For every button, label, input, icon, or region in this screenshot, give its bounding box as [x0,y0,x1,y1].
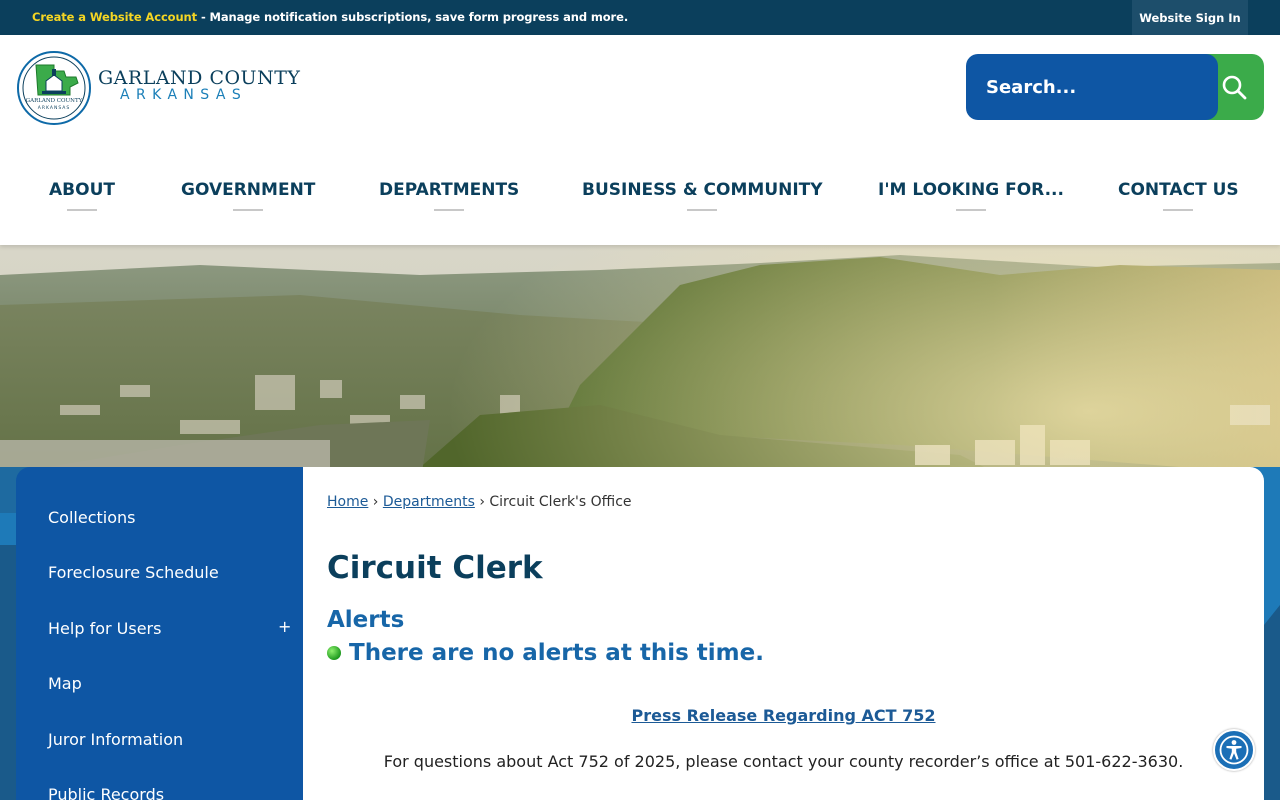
act-752-contact-text: For questions about Act 752 of 2025, ple… [383,752,1184,771]
logo-line-1: GARLAND COUNTY [98,67,301,89]
sidebar-item-help-for-users[interactable]: Help for Users [48,619,161,638]
account-message-text: - Manage notification subscriptions, sav… [197,10,629,24]
breadcrumb: Home › Departments › Circuit Clerk's Off… [327,494,632,510]
site-header: GARLAND COUNTY ARKANSAS GARLAND COUNTY A… [0,35,1280,245]
alert-status: There are no alerts at this time. [327,640,764,666]
sidebar-item-map[interactable]: Map [48,674,82,693]
sidebar-item-juror-information[interactable]: Juror Information [48,730,183,749]
account-message: Create a Website Account - Manage notifi… [32,10,628,24]
breadcrumb-separator: › [479,494,485,510]
nav-departments[interactable]: DEPARTMENTS [379,180,519,211]
press-release-link[interactable]: Press Release Regarding ACT 752 [303,706,1264,725]
search-icon [1222,75,1247,100]
top-bar: Create a Website Account - Manage notifi… [0,0,1280,35]
county-seal-logo[interactable]: GARLAND COUNTY ARKANSAS [16,51,92,129]
breadcrumb-home-link[interactable]: Home [327,494,368,510]
accessibility-icon [1219,735,1249,765]
nav-looking-for[interactable]: I'M LOOKING FOR... [878,180,1064,211]
create-account-link[interactable]: Create a Website Account [32,10,197,24]
sidebar-item-foreclosure-schedule[interactable]: Foreclosure Schedule [48,563,219,582]
green-status-dot-icon [327,646,341,660]
breadcrumb-current: Circuit Clerk's Office [489,494,632,510]
alert-status-text: There are no alerts at this time. [349,640,764,666]
nav-about[interactable]: ABOUT [49,180,115,211]
nav-contact-us[interactable]: CONTACT US [1118,180,1239,211]
nav-business-community[interactable]: BUSINESS & COMMUNITY [582,180,823,211]
breadcrumb-separator: › [372,494,379,510]
alerts-heading: Alerts [327,607,405,633]
county-name-logo[interactable]: GARLAND COUNTY ARKANSAS [98,67,300,103]
main-nav: ABOUT GOVERNMENT DEPARTMENTS BUSINESS & … [0,180,1280,220]
nav-government[interactable]: GOVERNMENT [181,180,315,211]
seal-text-top: GARLAND COUNTY [26,98,83,104]
sidebar-nav: Collections Foreclosure Schedule Help fo… [16,467,303,800]
logo-line-2: ARKANSAS [120,87,248,103]
sidebar-item-public-records[interactable]: Public Records [48,785,164,800]
accessibility-button[interactable] [1213,729,1255,771]
page-title: Circuit Clerk [327,550,543,586]
seal-text-bottom: ARKANSAS [38,105,70,111]
sidebar-item-collections[interactable]: Collections [48,508,135,527]
breadcrumb-departments-link[interactable]: Departments [383,494,475,510]
search-input[interactable]: Search... [966,54,1226,120]
main-content: Home › Departments › Circuit Clerk's Off… [303,467,1264,800]
website-sign-in-button[interactable]: Website Sign In [1132,0,1248,35]
expand-help-for-users-toggle[interactable]: + [278,617,291,636]
search-box: Search... [966,54,1264,120]
